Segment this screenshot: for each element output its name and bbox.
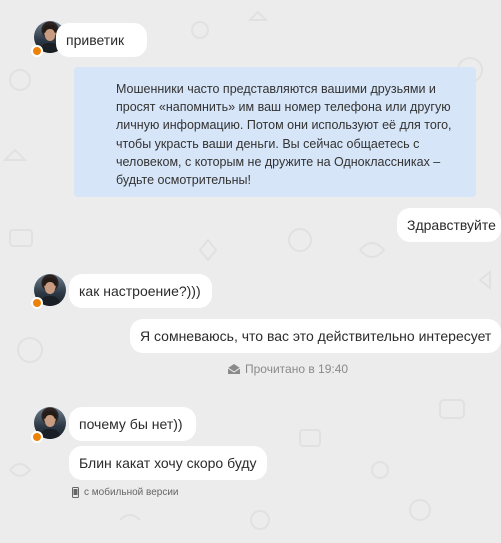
message-text: как настроение?))) — [79, 283, 201, 299]
message-text: Я сомневаюсь, что вас это действительно … — [140, 328, 492, 344]
message-bubble-incoming: Блин какат хочу скоро буду — [69, 446, 267, 480]
message-text: почему бы нет)) — [79, 416, 183, 432]
message-text: приветик — [66, 32, 125, 48]
message-bubble-outgoing: Здравствуйте — [397, 208, 501, 242]
message-bubble-incoming: приветик — [56, 23, 147, 57]
phone-icon — [72, 487, 79, 498]
message-bubble-outgoing: Я сомневаюсь, что вас это действительно … — [130, 319, 501, 353]
fraud-warning-notice: Мошенники часто представляются вашими др… — [74, 67, 476, 197]
read-status-text: Прочитано в 19:40 — [245, 362, 349, 376]
message-bubble-incoming: почему бы нет)) — [69, 407, 196, 441]
notice-text: Мошенники часто представляются вашими др… — [116, 82, 452, 188]
online-status-dot — [31, 297, 43, 309]
envelope-icon — [228, 364, 240, 374]
read-status: Прочитано в 19:40 — [228, 362, 348, 376]
online-status-dot — [31, 431, 43, 443]
mobile-version-label: с мобильной версии — [72, 487, 179, 498]
message-bubble-incoming: как настроение?))) — [69, 274, 212, 308]
mobile-version-text: с мобильной версии — [84, 487, 179, 498]
message-text: Здравствуйте — [407, 217, 496, 233]
online-status-dot — [31, 45, 43, 57]
message-text: Блин какат хочу скоро буду — [79, 455, 257, 471]
